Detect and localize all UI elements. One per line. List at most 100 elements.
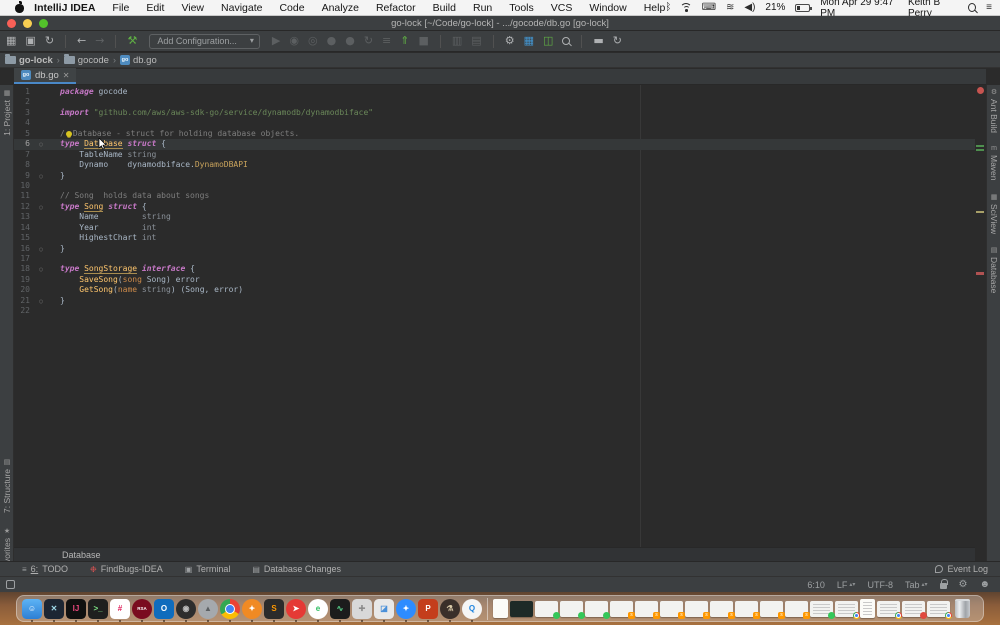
minimized-window-thumbnail[interactable] [510, 601, 533, 617]
zoom-app-icon[interactable]: ✦ [396, 599, 416, 619]
preview-app-icon[interactable]: ◪ [374, 599, 394, 619]
line-number[interactable]: 12 [14, 202, 36, 212]
rsa-securid-icon[interactable]: RSA [132, 599, 152, 619]
vcs-added-mark[interactable] [976, 149, 984, 151]
rocket-app-icon[interactable]: ▲ [198, 599, 218, 619]
stop-icon[interactable]: ■ [418, 31, 428, 51]
tool-button-database[interactable]: ▤Database [989, 246, 999, 293]
network-app-icon[interactable]: ✕ [44, 599, 64, 619]
forward-icon[interactable]: → [95, 31, 104, 51]
minimized-window-thumbnail[interactable] [535, 601, 558, 617]
line-number[interactable]: 13 [14, 212, 36, 222]
minimized-window-thumbnail[interactable] [860, 599, 875, 618]
menu-item-tools[interactable]: Tools [509, 2, 534, 14]
menu-item-edit[interactable]: Edit [146, 2, 164, 14]
profiler-icon[interactable]: ● [327, 31, 337, 51]
fold-marker[interactable]: ○ [36, 202, 46, 212]
line-number[interactable]: 9 [14, 171, 36, 181]
menu-item-refactor[interactable]: Refactor [376, 2, 416, 14]
line-number[interactable]: 2 [14, 97, 36, 107]
wheel-app-icon[interactable]: ◉ [176, 599, 196, 619]
gear-icon[interactable]: ⚙ [959, 577, 968, 593]
attach-debugger-icon[interactable]: ⇑ [400, 31, 409, 51]
line-number[interactable]: 18 [14, 264, 36, 274]
menu-item-help[interactable]: Help [644, 2, 666, 14]
fold-marker[interactable]: ○ [36, 244, 46, 254]
tool-button-ant-build[interactable]: ⚙Ant Build [989, 88, 999, 133]
breadcrumb-gocode[interactable]: gocode [64, 55, 109, 66]
run-configuration-select[interactable]: Add Configuration... [149, 34, 260, 49]
shelve-icon[interactable]: ▤ [471, 31, 481, 51]
tab-db-go[interactable]: go db.go ✕ [14, 68, 76, 84]
sublime-text-icon[interactable]: S [264, 599, 284, 619]
open-project-icon[interactable]: ▦ [6, 31, 16, 51]
evernote-icon[interactable]: e [308, 599, 328, 619]
minimized-window-thumbnail[interactable] [835, 601, 858, 617]
breadcrumb-db-go[interactable]: godb.go [120, 55, 157, 66]
minimized-window-thumbnail[interactable]: s [635, 601, 658, 617]
code-editor[interactable]: 1package gocode23import "github.com/aws/… [14, 85, 975, 547]
line-number[interactable]: 8 [14, 160, 36, 170]
menu-item-analyze[interactable]: Analyze [322, 2, 359, 14]
line-number[interactable]: 4 [14, 118, 36, 128]
menu-item-build[interactable]: Build [433, 2, 456, 14]
minimized-window-thumbnail[interactable]: s [685, 601, 708, 617]
hector-inspector-icon[interactable]: ☻ [979, 577, 990, 593]
keyboard-input-icon[interactable]: ⌨ [702, 0, 716, 16]
activity-monitor-icon[interactable]: ∿ [330, 599, 350, 619]
red-arrow-app-icon[interactable]: ➤ [286, 599, 306, 619]
warning-mark[interactable] [976, 211, 984, 213]
volume-icon[interactable]: ◀) [744, 0, 755, 16]
save-all-icon[interactable]: ▣ [25, 31, 35, 51]
line-number[interactable]: 1 [14, 87, 36, 97]
file-encoding-selector[interactable]: UTF-8 [867, 580, 893, 590]
fold-marker[interactable]: ○ [36, 139, 46, 149]
spotlight-search-icon[interactable] [968, 3, 976, 12]
breadcrumb-scope[interactable]: Database [62, 550, 101, 560]
minimized-window-thumbnail[interactable]: s [610, 601, 633, 617]
event-log-button[interactable]: Event Log [935, 564, 988, 574]
minimized-window-thumbnail[interactable]: s [760, 601, 783, 617]
powerpoint-icon[interactable]: P [418, 599, 438, 619]
tool-button-database-changes[interactable]: ▤Database Changes [252, 564, 341, 574]
synchronize-icon[interactable]: ↻ [45, 31, 54, 51]
minimized-window-thumbnail[interactable] [493, 599, 508, 618]
tool-button-project[interactable]: ▦1: Project [2, 89, 12, 136]
run-icon[interactable]: ▶ [272, 31, 280, 51]
tool-button-findbugs[interactable]: ❉FindBugs-IDEA [90, 564, 163, 574]
vcs-added-mark[interactable] [976, 145, 984, 147]
project-structure-icon[interactable]: ▦ [524, 31, 534, 51]
line-number[interactable]: 21 [14, 296, 36, 306]
tool-window-switcher-icon[interactable] [6, 580, 15, 589]
keychain-access-icon[interactable]: ✛ [352, 599, 372, 619]
error-mark[interactable] [976, 272, 984, 275]
intellij-idea-icon[interactable]: IJ [66, 599, 86, 619]
apple-menu-icon[interactable] [14, 2, 24, 13]
apply-patch-icon[interactable]: ▥ [452, 31, 462, 51]
profiler-alt-icon[interactable]: ● [345, 31, 355, 51]
minimized-window-thumbnail[interactable]: s [735, 601, 758, 617]
caret-position[interactable]: 6:10 [807, 580, 825, 590]
fold-marker[interactable]: ○ [36, 264, 46, 274]
line-number[interactable]: 16 [14, 244, 36, 254]
run-dashboard-icon[interactable]: ≡ [382, 31, 391, 51]
minimized-window-thumbnail[interactable] [927, 601, 950, 617]
minimized-window-thumbnail[interactable] [560, 601, 583, 617]
line-number[interactable]: 20 [14, 285, 36, 295]
minimized-window-thumbnail[interactable] [877, 601, 900, 617]
menu-item-file[interactable]: File [112, 2, 129, 14]
wifi-icon[interactable] [681, 3, 691, 12]
indent-selector[interactable]: Tab▴▾ [905, 580, 928, 590]
tool-button-structure[interactable]: ▤7: Structure [2, 458, 12, 513]
menu-item-vcs[interactable]: VCS [551, 2, 573, 14]
fold-marker[interactable]: ○ [36, 171, 46, 181]
rerun-icon[interactable]: ↻ [364, 31, 373, 51]
bluetooth-icon[interactable]: ᛒ [665, 0, 671, 16]
line-number[interactable]: 3 [14, 108, 36, 118]
line-number[interactable]: 6 [14, 139, 36, 149]
line-separator-selector[interactable]: LF▴▾ [837, 580, 856, 590]
notification-center-icon[interactable]: ≡ [986, 0, 992, 16]
flask-app-icon[interactable]: ⚗ [440, 599, 460, 619]
line-number[interactable]: 7 [14, 150, 36, 160]
menu-item-run[interactable]: Run [473, 2, 492, 14]
